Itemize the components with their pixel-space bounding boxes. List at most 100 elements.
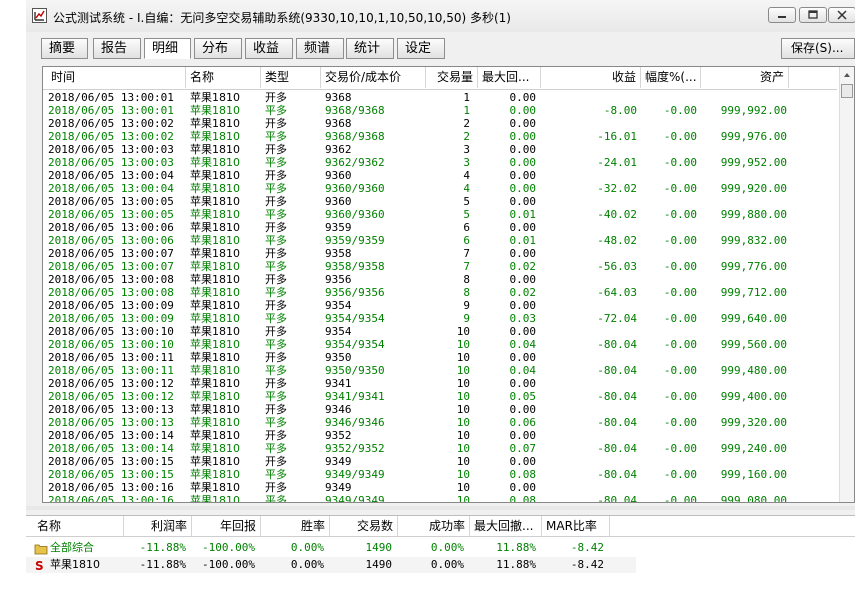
vertical-scrollbar[interactable] (839, 67, 854, 502)
col-header-price[interactable]: 交易价/成本价 (321, 67, 426, 88)
assets-cell: 999,080.00 (720, 494, 787, 503)
maximize-button[interactable] (799, 7, 827, 23)
table-row[interactable]: 2018/06/05 13:00:02 苹果1810 开多 9368 2 0.00 (43, 117, 837, 130)
name-cell: 苹果1810 (190, 299, 240, 312)
summary-col-name[interactable]: 名称 (26, 516, 124, 536)
profit-cell: -80.04 (597, 494, 637, 503)
time-cell: 2018/06/05 13:00:01 (48, 91, 174, 104)
table-row[interactable]: 2018/06/05 13:00:14 苹果1810 平多 9352/9352 10 0.… (43, 442, 837, 455)
name-cell: 苹果1810 (190, 208, 240, 221)
col-header-time[interactable]: 时间 (43, 67, 186, 88)
tab-report[interactable]: 报告 (93, 38, 141, 59)
table-row[interactable]: 2018/06/05 13:00:08 苹果1810 平多 9356/9356 8 0.0… (43, 286, 837, 299)
table-row[interactable]: 2018/06/05 13:00:10 苹果1810 平多 9354/9354 10 0.… (43, 338, 837, 351)
table-row[interactable]: 2018/06/05 13:00:04 苹果1810 开多 9360 4 0.00 (43, 169, 837, 182)
max-drawdown-cell: 0.00 (509, 130, 537, 143)
app-icon (32, 8, 47, 23)
volume-cell: 9 (463, 312, 470, 325)
table-row[interactable]: 2018/06/05 13:00:07 苹果1810 开多 9358 7 0.00 (43, 247, 837, 260)
folder-icon (34, 544, 48, 555)
col-header-max-drawdown[interactable]: 最大回... (478, 67, 541, 88)
table-row[interactable]: 2018/06/05 13:00:12 苹果1810 开多 9341 10 0.00 (43, 377, 837, 390)
profit-cell: -80.04 (597, 364, 637, 377)
table-row[interactable]: 2018/06/05 13:00:15 苹果1810 平多 9349/9349 10 0.… (43, 468, 837, 481)
summary-col-max-drawdown[interactable]: 最大回撤... (470, 516, 542, 536)
tab-detail[interactable]: 明细 (144, 38, 191, 59)
time-cell: 2018/06/05 13:00:08 (48, 273, 174, 286)
summary-col-profit-rate[interactable]: 利润率 (124, 516, 192, 536)
profit-cell (541, 273, 637, 286)
tab-spectrum[interactable]: 频谱 (296, 38, 344, 59)
max-drawdown-cell: 0.00 (509, 481, 537, 494)
time-cell: 2018/06/05 13:00:16 (48, 494, 174, 503)
tab-summary[interactable]: 摘要 (41, 38, 88, 59)
col-header-name[interactable]: 名称 (186, 67, 261, 88)
table-row[interactable]: 2018/06/05 13:00:10 苹果1810 开多 9354 10 0.00 (43, 325, 837, 338)
minimize-button[interactable] (768, 7, 796, 23)
type-cell: 平多 (265, 260, 287, 273)
change-pct-cell (641, 143, 697, 156)
max-drawdown-cell: 0.00 (509, 195, 537, 208)
table-row[interactable]: 2018/06/05 13:00:09 苹果1810 开多 9354 9 0.00 (43, 299, 837, 312)
change-pct-cell: -0.00 (663, 234, 697, 247)
tab-statistics[interactable]: 统计 (346, 38, 394, 59)
type-cell: 平多 (265, 234, 287, 247)
table-row[interactable]: 2018/06/05 13:00:13 苹果1810 平多 9346/9346 10 0.… (43, 416, 837, 429)
table-row[interactable]: 2018/06/05 13:00:12 苹果1810 平多 9341/9341 10 0.… (43, 390, 837, 403)
table-row[interactable]: 2018/06/05 13:00:06 苹果1810 开多 9359 6 0.00 (43, 221, 837, 234)
summary-row[interactable]: 全部综合 -11.88% -100.00% 0.00% 1490 0.00% 11.88% -… (26, 540, 636, 556)
table-row[interactable]: 2018/06/05 13:00:05 苹果1810 开多 9360 5 0.00 (43, 195, 837, 208)
max-drawdown-cell: 0.08 (509, 494, 537, 503)
tab-distribution[interactable]: 分布 (194, 38, 242, 59)
table-row[interactable]: 2018/06/05 13:00:16 苹果1810 平多 9349/9349 10 0.… (43, 494, 837, 503)
scroll-thumb[interactable] (841, 84, 853, 98)
price-cell: 9362 (325, 143, 352, 156)
tab-settings[interactable]: 设定 (397, 38, 445, 59)
table-row[interactable]: 2018/06/05 13:00:03 苹果1810 开多 9362 3 0.00 (43, 143, 837, 156)
tab-returns[interactable]: 收益 (245, 38, 293, 59)
pane-splitter[interactable] (26, 506, 855, 510)
table-row[interactable]: 2018/06/05 13:00:09 苹果1810 平多 9354/9354 9 0.0… (43, 312, 837, 325)
table-row[interactable]: 2018/06/05 13:00:11 苹果1810 平多 9350/9350 10 0.… (43, 364, 837, 377)
type-cell: 开多 (265, 481, 287, 494)
table-row[interactable]: 2018/06/05 13:00:08 苹果1810 开多 9356 8 0.00 (43, 273, 837, 286)
max-drawdown-cell: 0.00 (509, 117, 537, 130)
col-header-profit[interactable]: 收益 (541, 67, 641, 88)
table-row[interactable]: 2018/06/05 13:00:02 苹果1810 平多 9368/9368 2 0.0… (43, 130, 837, 143)
summary-row[interactable]: S 苹果1810 -11.88% -100.00% 0.00% 1490 0.00% 11.8… (26, 557, 636, 573)
max-drawdown-cell: 0.00 (509, 91, 537, 104)
col-header-change-pct[interactable]: 幅度%(... (641, 67, 701, 88)
col-header-volume[interactable]: 交易量 (426, 67, 478, 88)
col-header-type[interactable]: 类型 (261, 67, 321, 88)
summary-table: 名称 利润率 年回报 胜率 交易数 成功率 最大回撤... MAR比率 全部综合… (26, 515, 855, 596)
table-row[interactable]: 2018/06/05 13:00:13 苹果1810 开多 9346 10 0.00 (43, 403, 837, 416)
scroll-up-icon[interactable] (841, 68, 853, 82)
summary-col-mar-ratio[interactable]: MAR比率 (542, 516, 610, 536)
col-header-assets[interactable]: 资产 (701, 67, 789, 88)
close-button[interactable] (828, 7, 855, 23)
table-row[interactable]: 2018/06/05 13:00:06 苹果1810 平多 9359/9359 6 0.0… (43, 234, 837, 247)
table-row[interactable]: 2018/06/05 13:00:03 苹果1810 平多 9362/9362 3 0.0… (43, 156, 837, 169)
save-button[interactable]: 保存(S)... (781, 38, 855, 59)
table-row[interactable]: 2018/06/05 13:00:11 苹果1810 开多 9350 10 0.00 (43, 351, 837, 364)
table-row[interactable]: 2018/06/05 13:00:16 苹果1810 开多 9349 10 0.00 (43, 481, 837, 494)
summary-profit-cell: -11.88% (139, 558, 186, 571)
summary-col-annual-return[interactable]: 年回报 (192, 516, 261, 536)
type-cell: 开多 (265, 325, 287, 338)
summary-col-success-rate[interactable]: 成功率 (398, 516, 470, 536)
table-row[interactable]: 2018/06/05 13:00:15 苹果1810 开多 9349 10 0.00 (43, 455, 837, 468)
time-cell: 2018/06/05 13:00:11 (48, 364, 174, 377)
table-row[interactable]: 2018/06/05 13:00:01 苹果1810 平多 9368/9368 1 0.0… (43, 104, 837, 117)
assets-cell (701, 481, 787, 494)
summary-col-trades[interactable]: 交易数 (330, 516, 398, 536)
max-drawdown-cell: 0.04 (509, 338, 537, 351)
table-row[interactable]: 2018/06/05 13:00:05 苹果1810 平多 9360/9360 5 0.0… (43, 208, 837, 221)
table-row[interactable]: 2018/06/05 13:00:01 苹果1810 开多 9368 1 0.00 (43, 91, 837, 104)
profit-cell (541, 247, 637, 260)
table-row[interactable]: 2018/06/05 13:00:14 苹果1810 开多 9352 10 0.00 (43, 429, 837, 442)
table-row[interactable]: 2018/06/05 13:00:04 苹果1810 平多 9360/9360 4 0.0… (43, 182, 837, 195)
summary-col-win-rate[interactable]: 胜率 (261, 516, 330, 536)
minimize-icon (778, 16, 786, 18)
summary-trades-cell: 1490 (365, 558, 393, 571)
table-row[interactable]: 2018/06/05 13:00:07 苹果1810 平多 9358/9358 7 0.0… (43, 260, 837, 273)
